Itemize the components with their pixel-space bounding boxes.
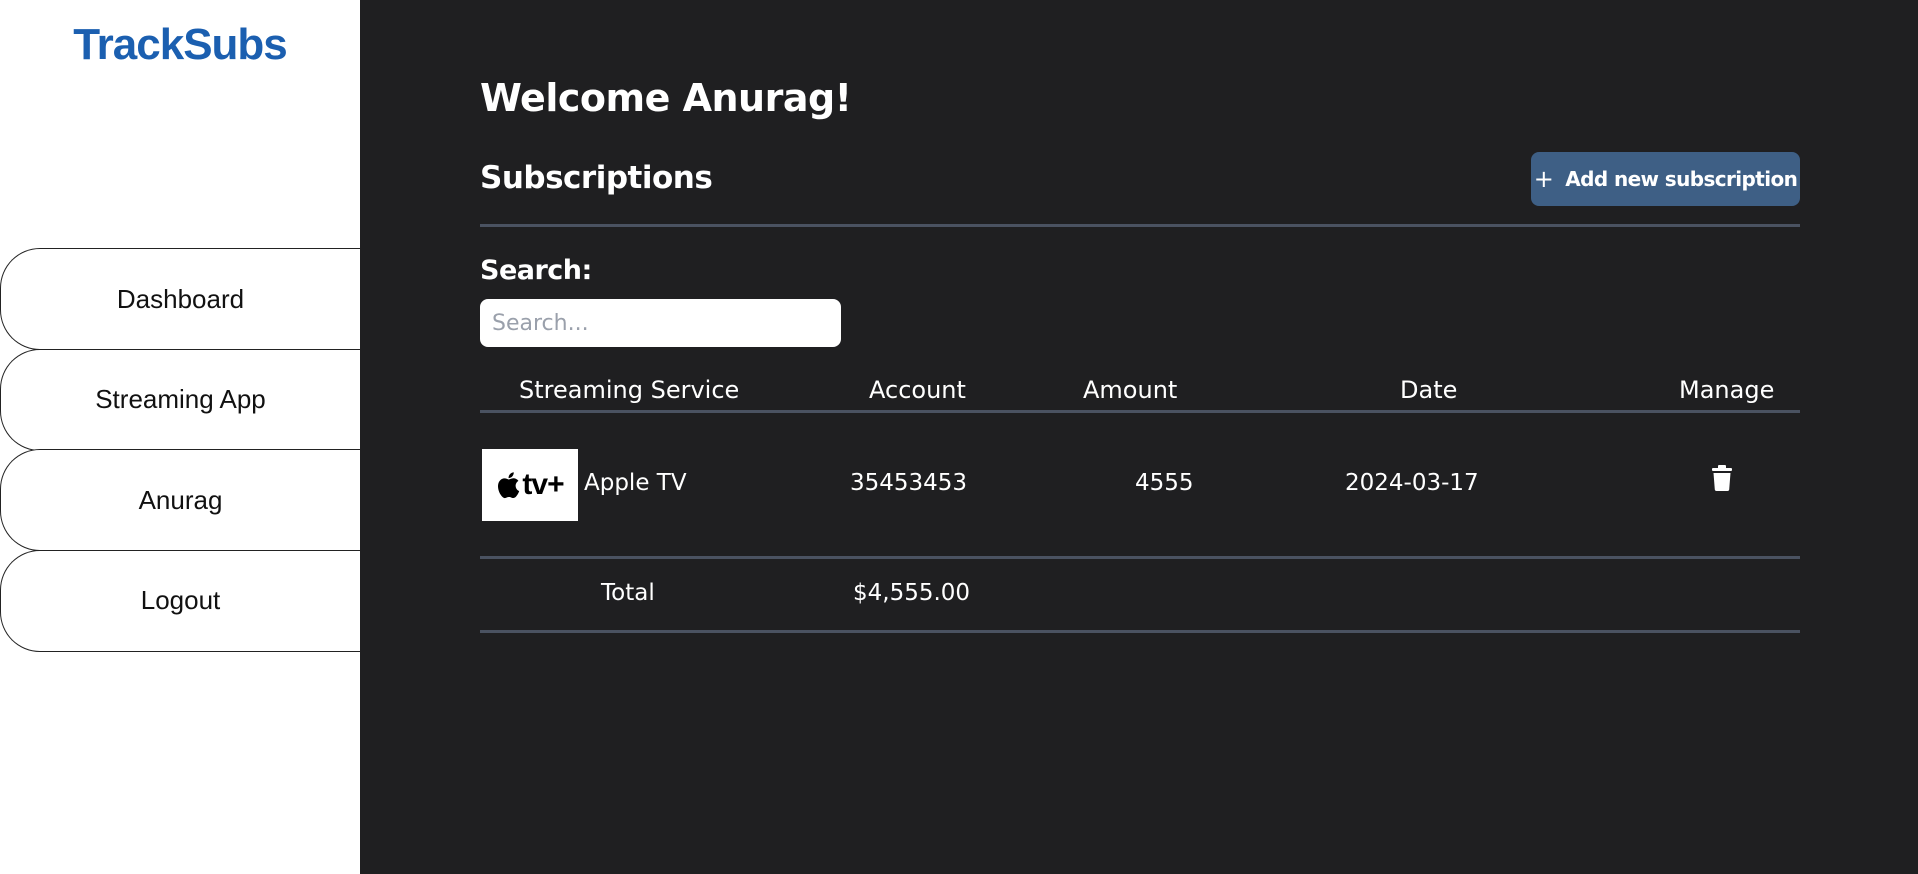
sidebar-item-profile[interactable]: Anurag bbox=[0, 449, 360, 551]
table-bottom-divider bbox=[480, 630, 1800, 633]
welcome-heading: Welcome Anurag! bbox=[480, 76, 852, 120]
total-value: $4,555.00 bbox=[853, 580, 971, 606]
brand-logo[interactable]: TrackSubs bbox=[0, 20, 360, 70]
add-subscription-button[interactable]: + Add new subscription bbox=[1531, 152, 1800, 206]
sidebar-nav: Dashboard Streaming App Anurag Logout bbox=[0, 248, 360, 652]
trash-icon[interactable] bbox=[1712, 465, 1732, 491]
header-manage: Manage bbox=[1679, 376, 1775, 404]
cell-amount: 4555 bbox=[1135, 470, 1194, 496]
total-label: Total bbox=[601, 580, 655, 606]
add-subscription-label: Add new subscription bbox=[1565, 167, 1798, 191]
sidebar-item-dashboard[interactable]: Dashboard bbox=[0, 248, 360, 350]
sidebar: TrackSubs Dashboard Streaming App Anurag… bbox=[0, 0, 360, 874]
header-account[interactable]: Account bbox=[869, 376, 966, 404]
cell-account: 35453453 bbox=[850, 470, 968, 496]
search-label: Search: bbox=[480, 255, 592, 286]
sidebar-item-logout[interactable]: Logout bbox=[0, 549, 360, 652]
table-header-divider bbox=[480, 410, 1800, 413]
header-amount[interactable]: Amount bbox=[1083, 376, 1177, 404]
service-logo-text: tv+ bbox=[522, 468, 564, 501]
apple-logo-icon bbox=[498, 472, 520, 499]
header-date[interactable]: Date bbox=[1400, 376, 1457, 404]
table-divider bbox=[480, 556, 1800, 559]
sidebar-item-streaming-app[interactable]: Streaming App bbox=[0, 348, 360, 451]
search-input[interactable] bbox=[480, 299, 841, 347]
cell-date: 2024-03-17 bbox=[1345, 470, 1479, 496]
subscriptions-heading: Subscriptions bbox=[480, 160, 713, 196]
cell-service: Apple TV bbox=[584, 470, 687, 496]
service-logo: tv+ bbox=[482, 449, 578, 521]
header-streaming-service[interactable]: Streaming Service bbox=[519, 376, 739, 404]
plus-icon: + bbox=[1533, 165, 1554, 193]
divider bbox=[480, 224, 1800, 227]
